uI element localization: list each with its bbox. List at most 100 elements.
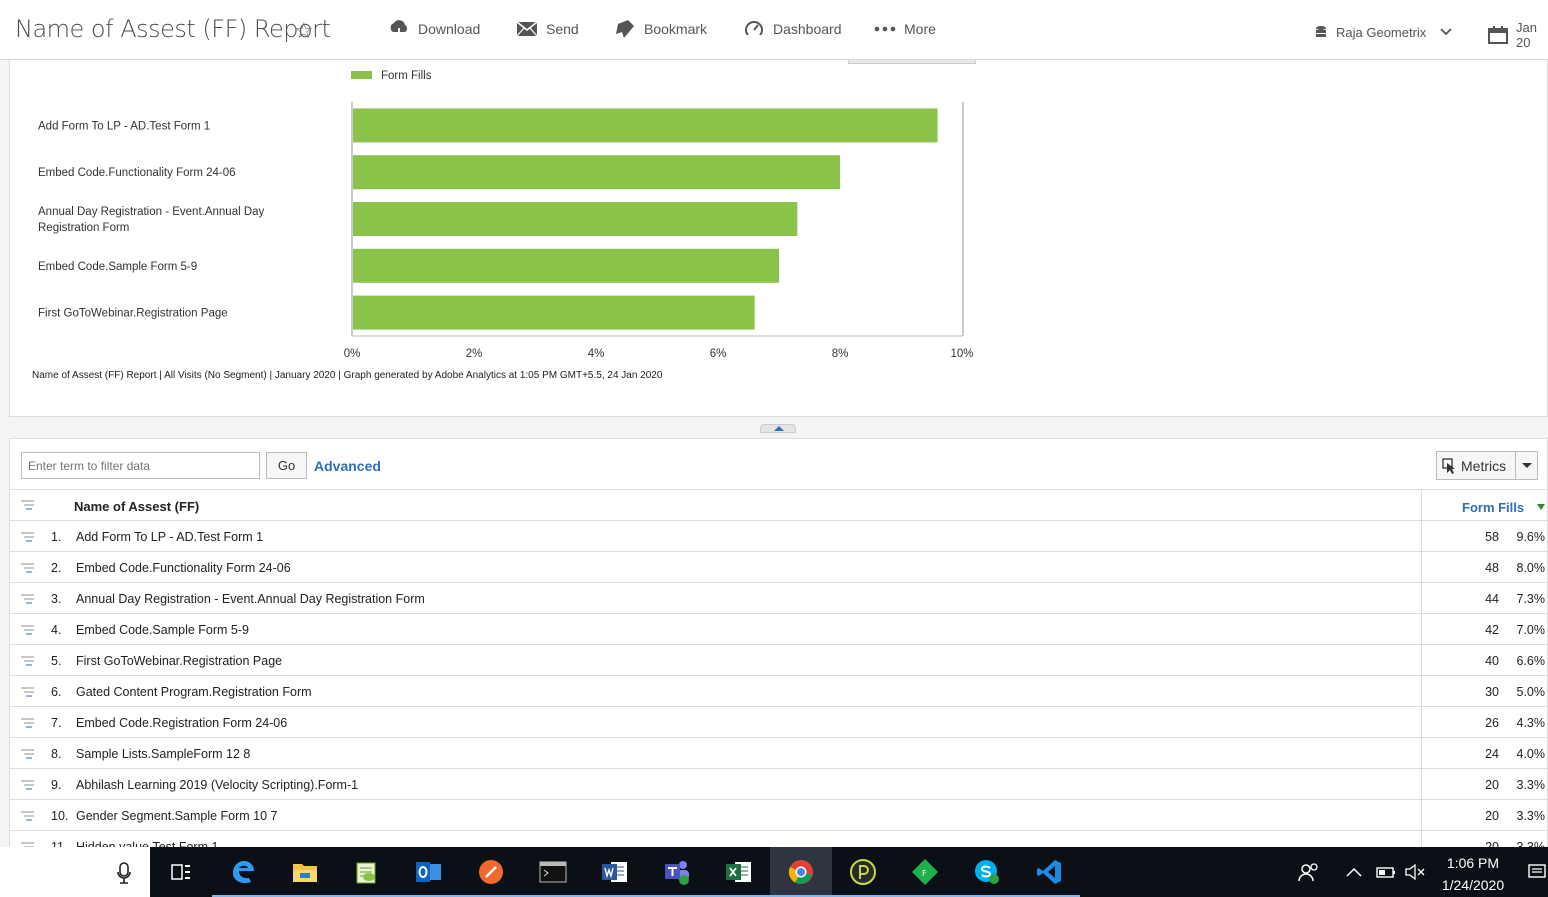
vscode-icon[interactable] [1018,847,1080,897]
row-count: 26 [1485,716,1499,730]
metrics-button[interactable]: Metrics [1436,451,1538,480]
category-label: Registration Form [38,222,129,234]
table-row[interactable]: 10. Gender Segment.Sample Form 10 7 20 3.3% [10,800,1547,831]
bookmark-icon [614,19,636,39]
svg-text:F: F [922,869,927,878]
dashboard-label: Dashboard [773,21,842,37]
breakdown-icon[interactable] [21,810,35,823]
row-percent: 6.6% [1516,654,1546,668]
data-table-panel: Go Advanced Metrics Name of Assest (FF) … [9,438,1548,862]
row-rank: 5. [51,654,62,668]
teams-icon[interactable] [646,847,708,897]
report-suite-name: Raja Geometrix [1336,24,1427,40]
row-name[interactable]: Embed Code.Registration Form 24-06 [76,716,287,730]
more-dots-icon [874,19,896,39]
legend-swatch [351,71,372,79]
battery-icon[interactable] [1374,847,1396,897]
table-row[interactable]: 8. Sample Lists.SampleForm 12 8 24 4.0% [10,738,1547,769]
chrome-icon[interactable] [770,847,832,897]
column-header-form-fills[interactable]: Form Fills [1421,490,1547,520]
row-name[interactable]: Add Form To LP - AD.Test Form 1 [76,530,263,544]
postman-icon[interactable] [460,847,522,897]
category-label: Embed Code.Functionality Form 24-06 [38,167,236,179]
favorite-star-icon[interactable]: ☆ [294,18,314,44]
action-center-icon[interactable] [1528,847,1546,897]
row-rank: 4. [51,623,62,637]
sourcetree-icon[interactable]: F [894,847,956,897]
bookmark-label: Bookmark [644,21,708,37]
table-row[interactable]: 5. First GoToWebinar.Registration Page 40 6… [10,645,1547,676]
breakdown-icon[interactable] [21,655,35,668]
breakdown-icon[interactable] [21,593,35,606]
more-label: More [904,21,936,37]
edge-icon[interactable] [212,847,274,897]
advanced-link[interactable]: Advanced [314,458,381,474]
x-tick-label: 6% [710,348,727,360]
report-suite-selector[interactable]: Raja Geometrix [1314,22,1452,42]
breakdown-icon[interactable] [21,748,35,761]
row-percent: 9.6% [1516,530,1546,544]
table-row[interactable]: 1. Add Form To LP - AD.Test Form 1 58 9.6% [10,521,1547,552]
breakdown-icon[interactable] [21,624,35,637]
more-button[interactable]: More [874,19,936,39]
file-explorer-icon[interactable] [274,847,336,897]
row-rank: 2. [51,561,62,575]
envelope-icon [516,19,538,39]
task-view-icon[interactable] [150,847,212,897]
row-name[interactable]: Embed Code.Sample Form 5-9 [76,623,249,637]
category-label: Embed Code.Sample Form 5-9 [38,261,197,273]
breakdown-icon[interactable] [21,686,35,699]
notepad-plus-icon[interactable] [336,847,398,897]
go-button[interactable]: Go [266,452,307,479]
collapse-chart-handle[interactable] [760,424,796,433]
send-button[interactable]: Send [516,19,579,39]
table-row[interactable]: 9. Abhilash Learning 2019 (Velocity Scrip… [10,769,1547,800]
row-name[interactable]: Embed Code.Functionality Form 24-06 [76,561,291,575]
breakdown-icon[interactable] [21,717,35,730]
dashboard-button[interactable]: Dashboard [743,19,842,39]
table-row[interactable]: 3. Annual Day Registration - Event.Annual… [10,583,1547,614]
table-row[interactable]: 4. Embed Code.Sample Form 5-9 42 7.0% [10,614,1547,645]
row-metric-cell: 42 7.0% [1421,614,1547,644]
show-hidden-icons-chevron-icon[interactable] [1346,847,1362,897]
pycharm-icon[interactable] [832,847,894,897]
row-rank: 9. [51,778,62,792]
row-percent: 7.3% [1516,592,1546,606]
row-name[interactable]: Gender Segment.Sample Form 10 7 [76,809,278,823]
row-name[interactable]: Gated Content Program.Registration Form [76,685,312,699]
excel-icon[interactable] [708,847,770,897]
metrics-dropdown-caret-icon[interactable] [1515,452,1537,479]
breakdown-icon[interactable] [21,562,35,575]
row-name[interactable]: Annual Day Registration - Event.Annual D… [76,592,425,606]
table-row[interactable]: 2. Embed Code.Functionality Form 24-06 48 8… [10,552,1547,583]
system-clock[interactable]: 1:06 PM 1/24/2020 [1428,852,1518,896]
outlook-icon[interactable] [398,847,460,897]
bookmark-button[interactable]: Bookmark [614,19,707,39]
download-button[interactable]: Download [388,19,480,39]
taskbar-search-area[interactable] [0,847,150,897]
volume-muted-icon[interactable] [1404,847,1426,897]
word-icon[interactable] [584,847,646,897]
date-range-selector[interactable]: Jan 20 [1488,20,1548,50]
filter-input[interactable] [21,452,260,479]
row-count: 42 [1485,623,1499,637]
breakdown-icon[interactable] [21,499,35,512]
dashboard-gauge-icon [743,19,765,39]
bar [353,295,755,330]
table-row[interactable]: 7. Embed Code.Registration Form 24-06 26 4.… [10,707,1547,738]
people-icon[interactable] [1298,847,1320,897]
breakdown-icon[interactable] [21,531,35,544]
bar [353,108,938,143]
row-rank: 7. [51,716,62,730]
breakdown-icon[interactable] [21,779,35,792]
table-row[interactable]: 6. Gated Content Program.Registration For… [10,676,1547,707]
row-percent: 3.3% [1516,778,1546,792]
row-name[interactable]: Sample Lists.SampleForm 12 8 [76,747,250,761]
row-name[interactable]: First GoToWebinar.Registration Page [76,654,282,668]
terminal-icon[interactable] [522,847,584,897]
row-rank: 10. [51,809,69,823]
row-name[interactable]: Abhilash Learning 2019 (Velocity Scripti… [76,778,358,792]
skype-icon[interactable] [956,847,1018,897]
microphone-icon [117,862,131,884]
column-header-name[interactable]: Name of Assest (FF) [74,499,199,514]
